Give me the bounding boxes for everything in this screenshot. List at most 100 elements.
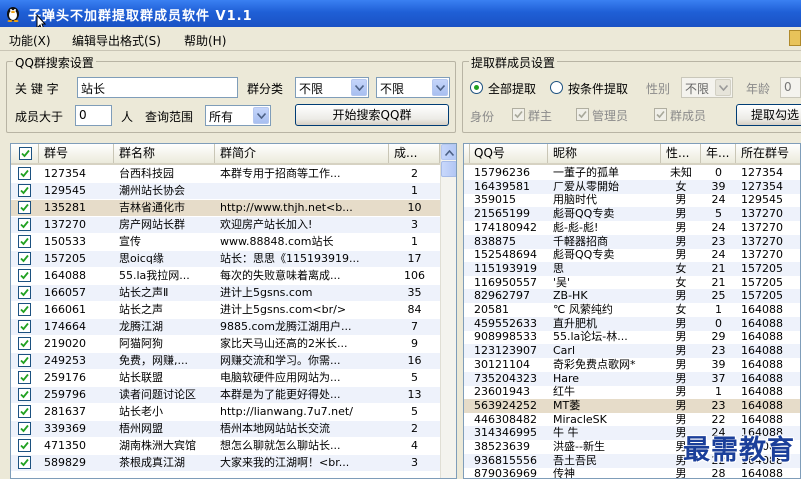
group-row[interactable]: 174664 龙腾江湖 9885.com龙腾江湖用户... 7 (11, 319, 440, 335)
group-row[interactable]: 166061 站长之声 进计上5gsns.com<br/> 84 (11, 302, 440, 318)
chevron-down-icon[interactable] (715, 79, 731, 96)
title-bar[interactable]: 子弹头不加群提取群成员软件 V1.1 (0, 0, 801, 27)
chk-owner-label[interactable]: 群主 (528, 107, 552, 124)
chk-owner[interactable] (512, 108, 525, 121)
member-row[interactable]: 459552633 直升肥机 男 0 164088 (464, 316, 800, 331)
gender-select[interactable]: 不限 (681, 77, 733, 98)
group-row-checkbox[interactable] (18, 201, 31, 214)
member-row[interactable]: 23601943 红牛 男 1 164088 (464, 385, 800, 399)
group-row-checkbox[interactable] (18, 337, 31, 350)
groups-vertical-scrollbar[interactable] (440, 144, 456, 478)
radio-extract-condition-label[interactable]: 按条件提取 (568, 80, 628, 97)
group-row-checkbox[interactable] (18, 388, 31, 401)
radio-extract-condition[interactable] (550, 81, 563, 94)
select-all-checkbox[interactable] (19, 147, 32, 160)
group-row[interactable]: 150533 宣传 www.88848.com站长 1 (11, 234, 440, 250)
group-row[interactable]: 164088 55.la我拉网... 每次的失败意味着离成... 106 (11, 268, 440, 284)
header-age[interactable]: 年... (701, 144, 736, 163)
header-select-all[interactable] (11, 144, 39, 163)
extract-checked-button[interactable]: 提取勾选 (736, 104, 801, 126)
radio-extract-all-label[interactable]: 全部提取 (488, 80, 536, 97)
member-row[interactable]: 123123907 Carl 男 23 164088 (464, 344, 800, 359)
header-nickname[interactable]: 昵称 (548, 144, 661, 163)
member-row[interactable]: 82962797 ZB-HK 男 25 157205 (464, 289, 800, 304)
category1-select[interactable]: 不限 (295, 77, 369, 98)
chevron-down-icon[interactable] (432, 79, 448, 96)
chevron-down-icon[interactable] (351, 79, 367, 96)
header-group-number[interactable]: 所在群号 (736, 144, 800, 163)
member-row[interactable]: 446308482 MiracleSK 男 22 164088 (464, 413, 800, 427)
group-row-checkbox[interactable] (18, 184, 31, 197)
gender-cell: 男 (675, 371, 687, 385)
header-member-count[interactable]: 成... (389, 144, 440, 163)
member-row[interactable]: 115193919 思 女 21 157205 (464, 261, 800, 276)
group-row-checkbox[interactable] (18, 405, 31, 418)
group-row[interactable]: 339369 梧州网盟 梧州本地网站站长交流 2 (11, 421, 440, 437)
group-row-checkbox[interactable] (18, 269, 31, 282)
group-row-checkbox[interactable] (18, 439, 31, 452)
group-row-checkbox[interactable] (18, 252, 31, 265)
radio-extract-all[interactable] (470, 81, 483, 94)
members-gt-input[interactable]: 0 (75, 105, 112, 126)
group-row[interactable]: 589829 茶根成真江湖 大家来我的江湖啊！<br... 3 (11, 455, 440, 471)
group-row[interactable]: 135281 吉林省通化市 http://www.thjh.net<b... 10 (11, 200, 440, 216)
member-row[interactable]: 735204323 Hare 男 37 164088 (464, 371, 800, 386)
header-group-name[interactable]: 群名称 (114, 144, 215, 163)
group-row[interactable]: 471350 湖南株洲大宾馆 想怎么聊就怎么聊站长... 4 (11, 438, 440, 454)
nickname-cell: Hare (553, 371, 580, 385)
group-row-checkbox[interactable] (18, 286, 31, 299)
group-row-checkbox[interactable] (18, 320, 31, 333)
member-row[interactable]: 152548694 彪哥QQ专卖 男 24 137270 (464, 248, 800, 262)
group-row-checkbox[interactable] (18, 303, 31, 316)
group-row-checkbox[interactable] (18, 354, 31, 367)
header-qq-number[interactable]: QQ号 (469, 144, 548, 163)
member-row[interactable]: 359015 用脑时代 男 24 129545 (464, 193, 800, 207)
group-row-checkbox[interactable] (18, 422, 31, 435)
group-row[interactable]: 219020 阿猫阿狗 家比天马山还高的2米长... 9 (11, 336, 440, 352)
scope-select[interactable]: 所有 (205, 105, 271, 126)
group-row[interactable]: 259796 读者问题讨论区 本群是为了能更好得处... 13 (11, 387, 440, 403)
group-row[interactable]: 129545 潮州站长协会 1 (11, 183, 440, 199)
member-row[interactable]: 879036969 传神 男 28 164088 (464, 467, 800, 478)
group-row-checkbox[interactable] (18, 235, 31, 248)
group-row[interactable]: 249253 免费，网赚,... 网赚交流和学习。你需... 16 (11, 353, 440, 369)
header-group-intro[interactable]: 群简介 (215, 144, 389, 163)
member-row[interactable]: 838875 千軽器招商 男 23 137270 (464, 234, 800, 249)
category2-select[interactable]: 不限 (376, 77, 450, 98)
header-gender[interactable]: 性... (661, 144, 701, 163)
member-row[interactable]: 116950557 '吴' 女 21 157205 (464, 276, 800, 290)
chk-admin[interactable] (576, 108, 589, 121)
menu-function[interactable]: 功能(X) (9, 32, 51, 49)
groups-scroll-thumb[interactable] (441, 161, 456, 177)
scroll-up-icon[interactable] (441, 144, 456, 160)
groups-table[interactable]: 群号 群名称 群简介 成... 127354 台西科技园 本群专用于招商等工作...… (10, 143, 457, 479)
header-group-id[interactable]: 群号 (39, 144, 114, 163)
group-row-checkbox[interactable] (18, 371, 31, 384)
menu-help[interactable]: 帮助(H) (184, 32, 226, 49)
member-row[interactable]: 21565199 彪哥QQ专卖 男 5 137270 (464, 207, 800, 222)
group-row-checkbox[interactable] (18, 218, 31, 231)
menu-edit-export-format[interactable]: 编辑导出格式(S) (72, 32, 161, 49)
chevron-down-icon[interactable] (253, 107, 269, 124)
keyword-input[interactable]: 站长 (77, 77, 238, 98)
group-row-checkbox[interactable] (18, 456, 31, 469)
member-row[interactable]: 563924252 MT萎 男 23 164088 (464, 398, 800, 413)
age-input[interactable]: 0 (780, 77, 801, 98)
chk-admin-label[interactable]: 管理员 (592, 107, 628, 124)
group-row[interactable]: 157205 思oicq缘 站长：思思《115193919... 17 (11, 251, 440, 267)
start-search-button[interactable]: 开始搜索QQ群 (295, 104, 449, 126)
group-row-checkbox[interactable] (18, 167, 31, 180)
group-row[interactable]: 166057 站长之声Ⅱ 进计上5gsns.com 35 (11, 285, 440, 301)
chk-member-label[interactable]: 群成员 (670, 107, 706, 124)
chk-member[interactable] (654, 108, 667, 121)
member-row[interactable]: 174180942 彪-彪-彪! 男 24 137270 (464, 221, 800, 235)
group-row[interactable]: 127354 台西科技园 本群专用于招商等工作... 2 (11, 166, 440, 182)
member-row[interactable]: 15796236 一董子的孤单 未知 0 127354 (464, 166, 800, 180)
group-row[interactable]: 137270 房产网站长群 欢迎房产站长加入! 3 (11, 217, 440, 233)
member-row[interactable]: 30121104 奇彩免费点歌网* 男 39 164088 (464, 358, 800, 372)
member-row[interactable]: 20581 ℃ 风萦纯约 女 1 164088 (464, 303, 800, 317)
member-row[interactable]: 16439581 ㄏ爱从零開始 女 39 127354 (464, 179, 800, 194)
group-row[interactable]: 281637 站长老小 http://lianwang.7u7.net/5 (11, 404, 440, 420)
member-row[interactable]: 908998533 55.la论坛-林... 男 29 164088 (464, 330, 800, 344)
group-row[interactable]: 259176 站长联盟 电脑软硬件应用网站为... 5 (11, 370, 440, 386)
